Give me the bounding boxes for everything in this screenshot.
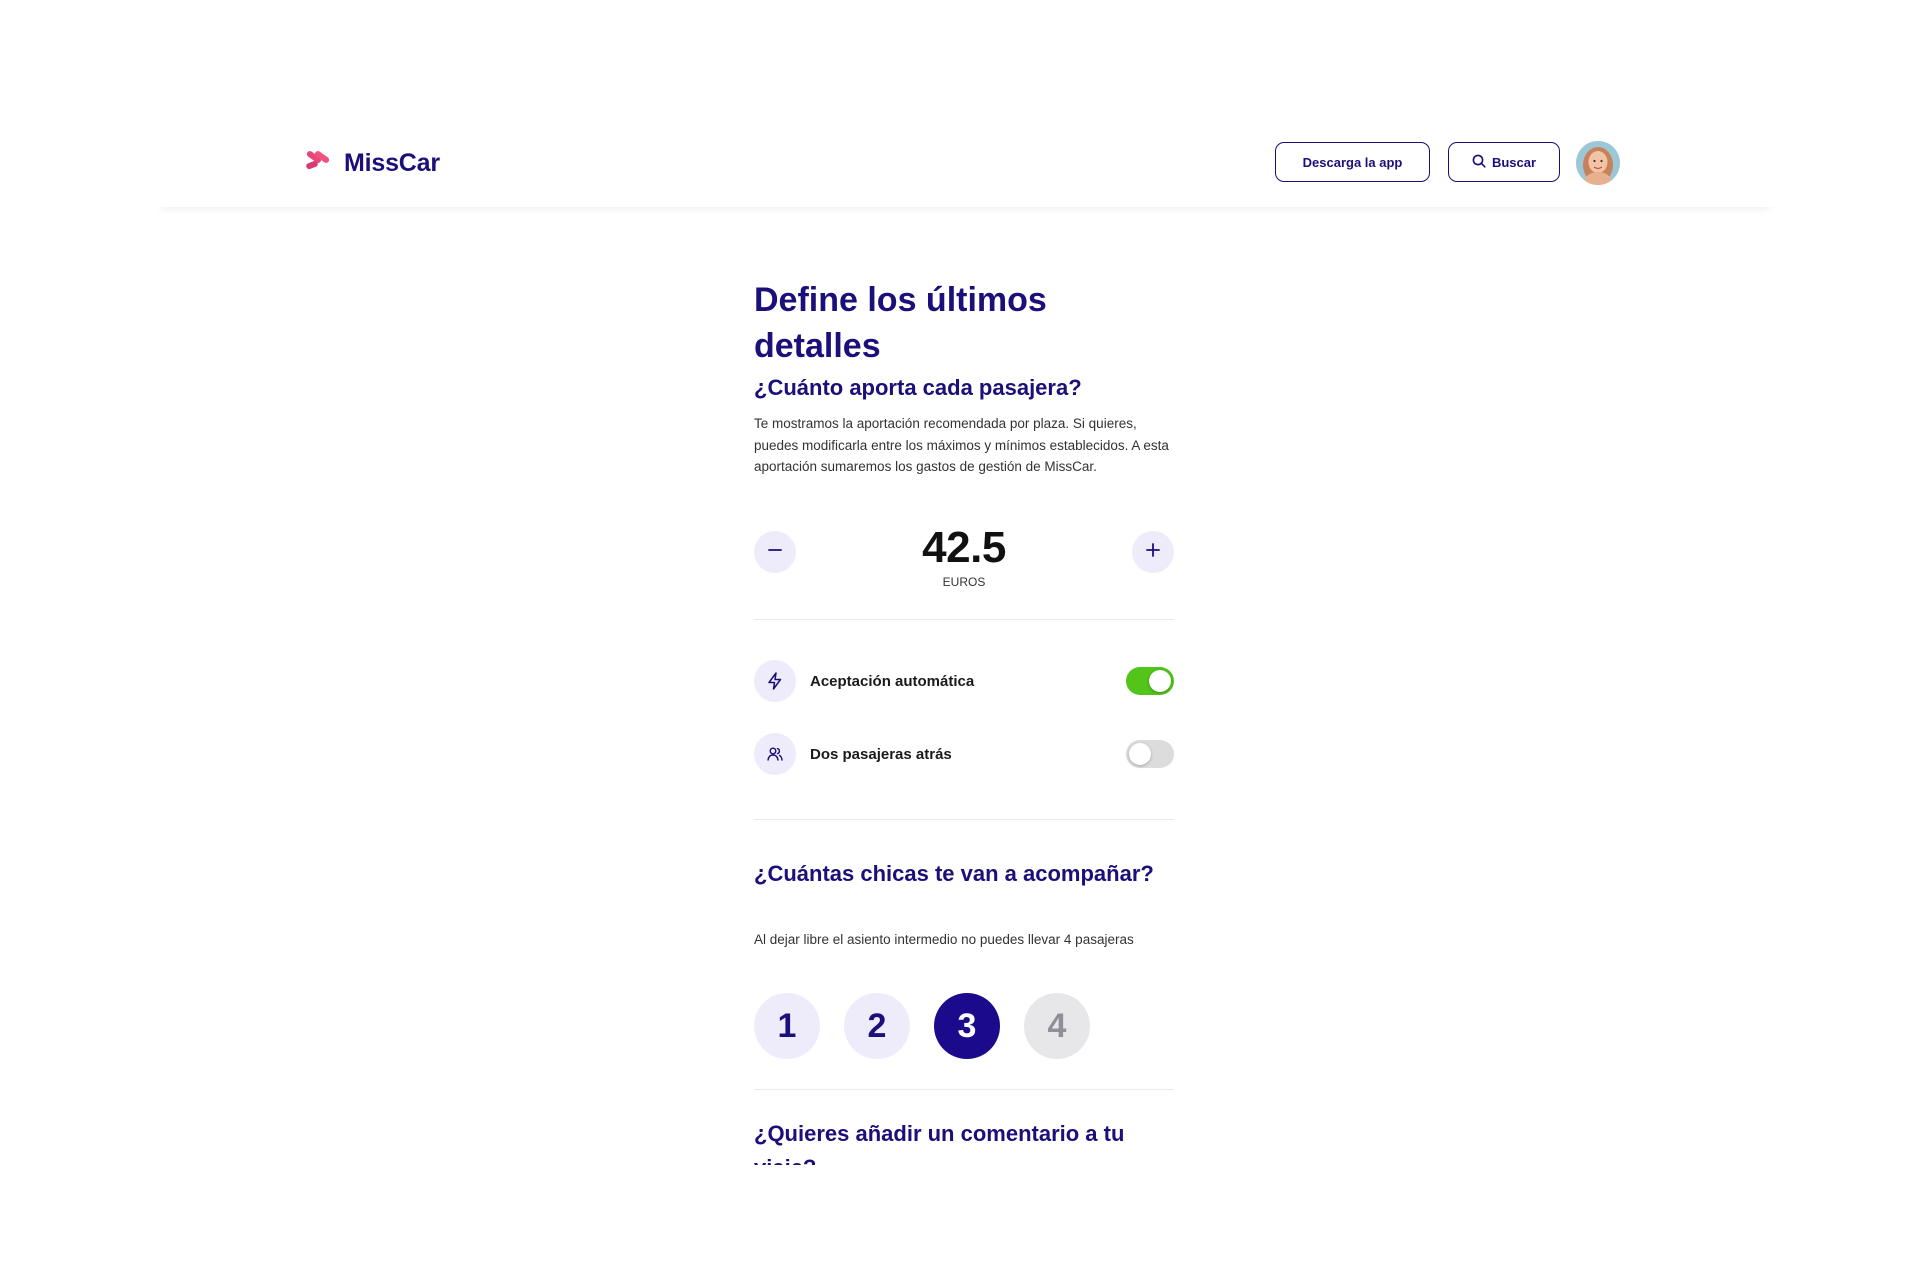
option-auto-accept: Aceptación automática — [754, 659, 1174, 703]
search-label: Buscar — [1491, 154, 1537, 170]
divider — [754, 619, 1174, 620]
seat-option-4: 4 — [1024, 993, 1090, 1059]
download-app-button[interactable]: Descarga la app — [1275, 142, 1430, 182]
seat-option-2[interactable]: 2 — [844, 993, 910, 1059]
contribution-heading: ¿Cuánto aporta cada pasajera? — [754, 375, 1082, 400]
passenger-count-selector: 1 2 3 4 — [754, 993, 1090, 1059]
search-button[interactable]: Buscar — [1448, 142, 1560, 182]
user-avatar[interactable] — [1576, 141, 1620, 185]
top-header: MissCar Descarga la app Buscar — [156, 107, 1776, 207]
plus-icon — [1144, 541, 1162, 564]
amount-value: 42.5 — [922, 523, 1006, 572]
seat-option-1[interactable]: 1 — [754, 993, 820, 1059]
amount-unit: EUROS — [942, 575, 986, 589]
auto-accept-label: Aceptación automática — [810, 672, 975, 690]
increase-amount-button[interactable] — [1132, 531, 1174, 573]
auto-accept-toggle[interactable] — [1126, 667, 1174, 695]
download-app-label: Descarga la app — [1302, 154, 1403, 170]
app-frame: MissCar Descarga la app Buscar Define lo… — [156, 107, 1776, 1167]
divider — [754, 819, 1174, 820]
logo-mark-icon — [304, 151, 336, 176]
passengers-heading: ¿Cuántas chicas te van a acompañar? — [754, 861, 1154, 886]
contribution-amount: 42.5 EUROS — [754, 523, 1174, 589]
passengers-note: Al dejar libre el asiento intermedio no … — [754, 932, 1134, 947]
logo-text: MissCar — [344, 149, 440, 177]
two-back-toggle[interactable] — [1126, 740, 1174, 768]
divider — [754, 1089, 1174, 1090]
option-two-back: Dos pasajeras atrás — [754, 732, 1174, 776]
misscar-logo[interactable]: MissCar — [304, 149, 440, 178]
seat-option-3[interactable]: 3 — [934, 993, 1000, 1059]
comment-section: ¿Quieres añadir un comentario a tu viaje… — [754, 1117, 1174, 1165]
search-icon — [1472, 154, 1486, 171]
two-back-label: Dos pasajeras atrás — [810, 745, 952, 763]
comment-heading: ¿Quieres añadir un comentario a tu viaje… — [754, 1121, 1125, 1165]
lightning-icon — [754, 660, 796, 702]
page-title: Define los últimos detalles — [754, 281, 1047, 365]
people-icon — [754, 733, 796, 775]
contribution-description: Te mostramos la aportación recomendada p… — [754, 416, 1169, 474]
